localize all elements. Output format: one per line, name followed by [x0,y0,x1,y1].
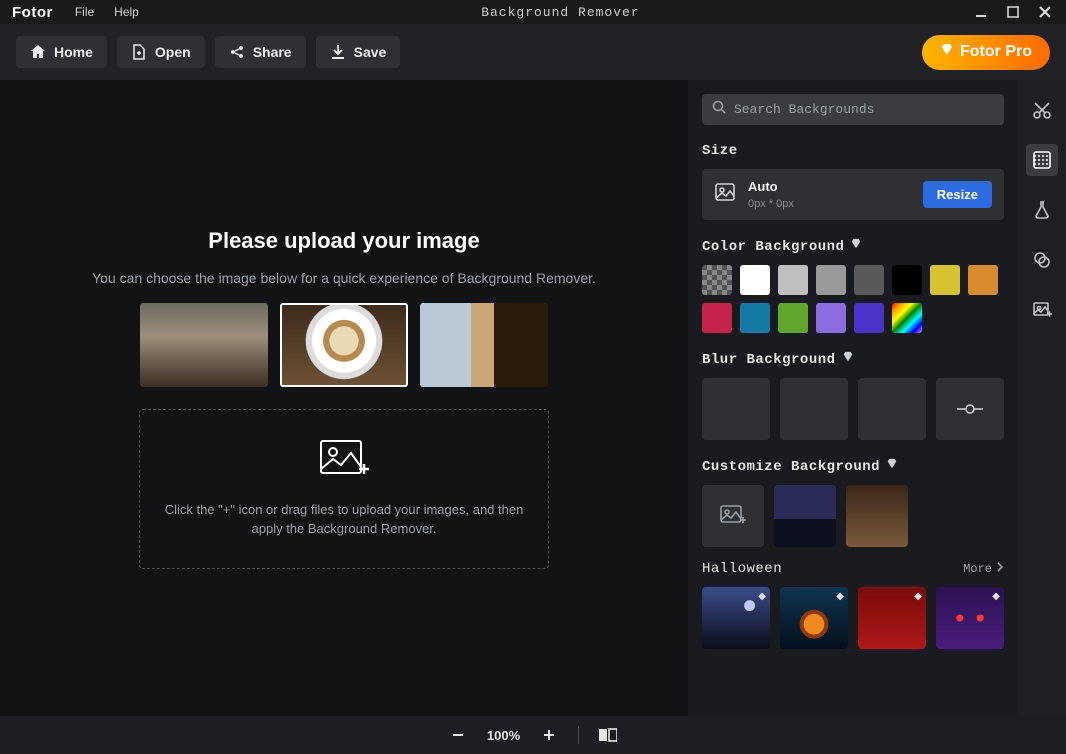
tool-rail [1018,80,1066,716]
color-swatch[interactable] [816,265,846,295]
home-label: Home [54,44,93,60]
download-icon [330,44,346,60]
diamond-icon: ◆ [758,591,766,602]
zoom-level: 100% [487,728,520,743]
save-button[interactable]: Save [316,36,401,68]
open-button[interactable]: Open [117,36,205,68]
background-panel: Size Auto 0px * 0px Resize Color Backgro… [688,80,1018,716]
color-swatch[interactable] [778,265,808,295]
divider [578,726,579,744]
menu-file[interactable]: File [65,5,104,19]
save-label: Save [354,44,387,60]
file-plus-icon [131,44,147,60]
customize-upload[interactable] [702,485,764,547]
sample-image-coffee[interactable] [280,303,408,387]
sample-image-dog[interactable] [420,303,548,387]
blur-option-medium[interactable] [858,378,926,440]
color-swatch[interactable] [854,303,884,333]
blur-option-light[interactable] [780,378,848,440]
color-swatch-grid [702,265,1004,333]
rail-tool-flask[interactable] [1026,194,1058,226]
color-swatch[interactable] [892,303,922,333]
chevron-right-icon [996,562,1004,576]
color-swatch[interactable] [892,265,922,295]
blur-option-none[interactable] [702,378,770,440]
diamond-icon [940,43,954,62]
size-auto-label: Auto [748,179,911,194]
compare-view-button[interactable] [597,724,619,746]
search-backgrounds[interactable] [702,94,1004,125]
app-logo: Fotor [6,4,65,21]
halloween-bg-2[interactable]: ◆ [780,587,848,649]
upload-subtext: You can choose the image below for a qui… [92,268,596,289]
size-dimensions: 0px * 0px [748,198,911,210]
canvas-area: Please upload your image You can choose … [0,80,688,716]
color-swatch[interactable] [740,265,770,295]
halloween-more-link[interactable]: More [963,562,1004,576]
fotor-pro-button[interactable]: Fotor Pro [922,35,1050,70]
upload-drop-zone[interactable]: Click the "+" icon or drag files to uplo… [139,409,549,569]
minimize-icon[interactable] [972,3,990,21]
color-swatch[interactable] [854,265,884,295]
color-bg-section-title: Color Background [702,238,1004,255]
pro-label: Fotor Pro [960,43,1032,61]
halloween-bg-1[interactable]: ◆ [702,587,770,649]
halloween-bg-3[interactable]: ◆ [858,587,926,649]
home-button[interactable]: Home [16,36,107,68]
rail-tool-overlap[interactable] [1026,244,1058,276]
toolbar: Home Open Share Save Fotor Pro [0,24,1066,80]
search-input[interactable] [734,102,994,117]
size-card: Auto 0px * 0px Resize [702,169,1004,220]
upload-heading: Please upload your image [208,228,479,254]
drop-zone-text: Click the "+" icon or drag files to uplo… [140,500,548,539]
share-icon [229,44,245,60]
color-swatch[interactable] [702,265,732,295]
diamond-icon [842,351,854,368]
zoom-out-button[interactable] [447,724,469,746]
color-swatch[interactable] [778,303,808,333]
blur-option-custom[interactable] [936,378,1004,440]
resize-button[interactable]: Resize [923,181,992,208]
zoom-in-button[interactable] [538,724,560,746]
diamond-icon [850,238,862,255]
search-icon [712,100,726,119]
halloween-bg-4[interactable]: ◆ [936,587,1004,649]
color-swatch[interactable] [816,303,846,333]
color-swatch[interactable] [702,303,732,333]
rail-tool-image-plus[interactable] [1026,294,1058,326]
color-swatch[interactable] [930,265,960,295]
size-section-title: Size [702,143,1004,159]
sample-image-person[interactable] [140,303,268,387]
window-title: Background Remover [149,5,972,20]
rail-tool-background[interactable] [1026,144,1058,176]
diamond-icon [886,458,898,475]
diamond-icon: ◆ [914,591,922,602]
image-plus-icon [319,439,369,486]
bottom-bar: 100% [0,716,1066,754]
image-icon [714,181,736,208]
share-label: Share [253,44,292,60]
color-swatch[interactable] [968,265,998,295]
rail-tool-cut[interactable] [1026,94,1058,126]
diamond-icon: ◆ [836,591,844,602]
title-bar: Fotor File Help Background Remover [0,0,1066,24]
halloween-section-title: Halloween [702,561,782,577]
customize-bg-section-title: Customize Background [702,458,1004,475]
color-swatch[interactable] [740,303,770,333]
diamond-icon: ◆ [992,591,1000,602]
share-button[interactable]: Share [215,36,306,68]
customize-bg-wood[interactable] [846,485,908,547]
blur-bg-section-title: Blur Background [702,351,1004,368]
maximize-icon[interactable] [1004,3,1022,21]
menu-help[interactable]: Help [104,5,149,19]
open-label: Open [155,44,191,60]
home-icon [30,44,46,60]
customize-bg-mountain[interactable] [774,485,836,547]
close-icon[interactable] [1036,3,1054,21]
